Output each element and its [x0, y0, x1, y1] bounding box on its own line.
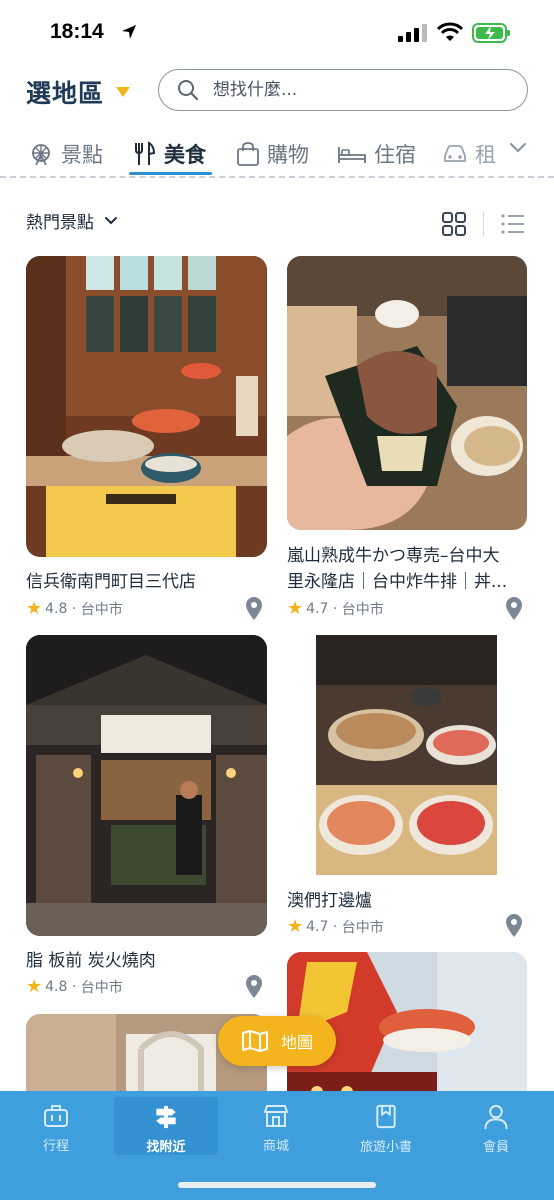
tab-shopping-label: 購物: [267, 143, 309, 167]
card-title[interactable]: 澳們打邊爐: [287, 888, 527, 914]
cellular-signal-icon: [398, 24, 427, 42]
tab-member[interactable]: 會員: [444, 1097, 548, 1155]
tab-lodging-label: 住宿: [374, 143, 416, 167]
tab-itinerary[interactable]: 行程: [4, 1097, 108, 1155]
tab-food[interactable]: 美食: [133, 134, 206, 174]
tab-attractions[interactable]: 景點: [28, 134, 103, 174]
search-icon: [178, 80, 199, 101]
restaurant-photo[interactable]: [26, 256, 267, 557]
card-title[interactable]: 嵐山熟成牛かつ専売–台中大: [287, 543, 527, 569]
caret-down-icon: [116, 87, 131, 97]
star-icon: ★: [26, 598, 43, 619]
card-meta: ★ 4.8 · 台中市: [26, 598, 123, 619]
map-pin-icon[interactable]: [245, 597, 263, 621]
card-rating: 4.7: [306, 600, 329, 617]
tab-rental-label: 租: [475, 143, 496, 167]
grid-view-icon[interactable]: [441, 211, 467, 237]
meta-separator: ·: [67, 978, 81, 995]
restaurant-photo[interactable]: [316, 635, 497, 875]
briefcase-icon: [44, 1105, 68, 1127]
book-icon: [376, 1104, 396, 1129]
search-input[interactable]: [213, 80, 493, 100]
tab-nearby-label: 找附近: [146, 1140, 186, 1155]
card-city: 台中市: [80, 979, 123, 996]
map-button[interactable]: 地圖: [218, 1016, 336, 1066]
star-icon: ★: [287, 916, 304, 937]
list-view-icon[interactable]: [500, 212, 526, 236]
card-title[interactable]: 信兵衛南門町目三代店: [26, 569, 267, 595]
person-icon: [484, 1104, 508, 1130]
restaurant-photo[interactable]: [287, 256, 527, 530]
tab-nearby[interactable]: 找附近: [114, 1097, 218, 1155]
card-city: 台中市: [341, 919, 384, 936]
card-rating: 4.7: [306, 918, 329, 935]
tab-store-label: 商城: [262, 1139, 289, 1154]
category-tabs: 景點 美食 購物 住宿 租: [0, 128, 554, 178]
map-pin-icon[interactable]: [245, 975, 263, 999]
tab-attractions-label: 景點: [61, 143, 103, 167]
restaurant-photo[interactable]: [26, 635, 267, 936]
meta-separator: ·: [328, 918, 342, 935]
tab-travel-book[interactable]: 旅遊小書: [334, 1097, 438, 1155]
battery-charging-icon: [472, 23, 510, 43]
shopping-bag-icon: [237, 142, 259, 166]
sort-dropdown[interactable]: 熱門景點: [26, 208, 118, 233]
fork-knife-icon: [135, 141, 156, 165]
tab-food-label: 美食: [164, 143, 206, 167]
map-pin-icon[interactable]: [505, 914, 523, 938]
location-arrow-icon: [122, 25, 136, 39]
card-rating: 4.8: [45, 600, 68, 617]
chevron-down-icon[interactable]: [508, 141, 528, 155]
card-city: 台中市: [80, 601, 123, 618]
header: 選地區: [0, 64, 554, 120]
tab-rental[interactable]: 租: [442, 134, 496, 174]
card-meta: ★ 4.8 · 台中市: [26, 976, 123, 997]
region-label: 選地區: [26, 79, 105, 108]
sort-label: 熱門景點: [26, 213, 94, 233]
ferris-wheel-icon: [32, 144, 50, 166]
signpost-icon: [156, 1105, 176, 1129]
tab-travel-book-label: 旅遊小書: [359, 1140, 412, 1155]
wifi-icon: [437, 22, 463, 41]
meta-separator: ·: [67, 600, 81, 617]
tab-lodging[interactable]: 住宿: [337, 134, 416, 174]
card-meta: ★ 4.7 · 台中市: [287, 598, 384, 619]
region-selector[interactable]: 選地區: [26, 74, 131, 110]
store-icon: [264, 1105, 288, 1127]
status-bar: 18:14: [0, 0, 554, 64]
tab-shopping[interactable]: 購物: [236, 134, 309, 174]
active-tab-indicator: [129, 172, 212, 175]
bed-icon: [338, 147, 366, 163]
divider: [0, 176, 554, 178]
map-pin-icon[interactable]: [505, 597, 523, 621]
star-icon: ★: [26, 976, 43, 997]
tab-member-label: 會員: [482, 1140, 509, 1155]
status-time: 18:14: [50, 20, 104, 43]
car-icon: [444, 145, 466, 162]
card-city: 台中市: [341, 601, 384, 618]
card-meta: ★ 4.7 · 台中市: [287, 916, 384, 937]
meta-separator: ·: [328, 600, 342, 617]
search-box[interactable]: [158, 69, 528, 111]
card-title[interactable]: 脂 板前 炭火燒肉: [26, 948, 267, 974]
star-icon: ★: [287, 598, 304, 619]
map-icon: [241, 1030, 268, 1052]
tab-store[interactable]: 商城: [224, 1097, 328, 1155]
chevron-down-icon: [105, 216, 117, 224]
view-toggle-separator: [483, 212, 484, 236]
tab-itinerary-label: 行程: [42, 1139, 69, 1154]
card-title-line2[interactable]: 里永隆店｜台中炸牛排｜丼...: [287, 569, 517, 595]
card-rating: 4.8: [45, 978, 68, 995]
map-button-label: 地圖: [280, 1033, 313, 1052]
home-indicator: [178, 1182, 376, 1188]
